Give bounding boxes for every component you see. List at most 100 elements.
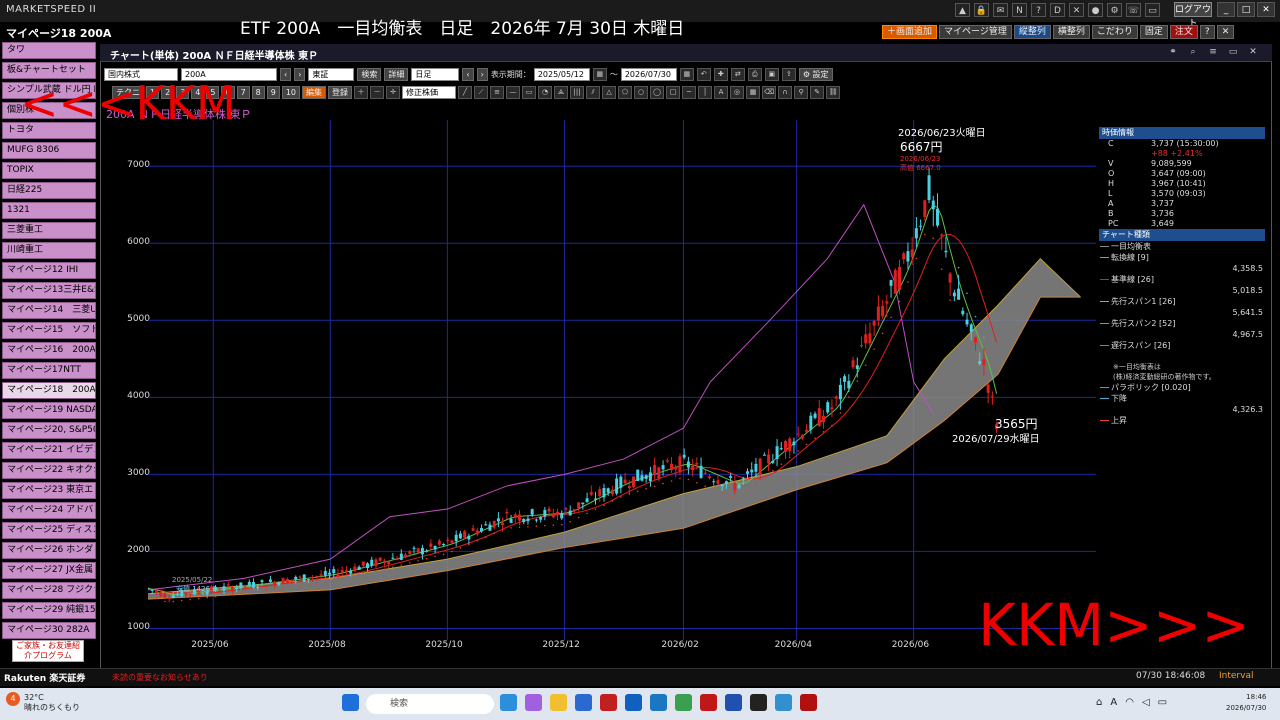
next-button[interactable]: › bbox=[294, 68, 306, 81]
settings-icon[interactable]: ⚙ bbox=[1107, 3, 1122, 17]
search-icon[interactable]: ⌕ bbox=[1186, 46, 1200, 58]
promo-banner[interactable]: ご家族・お友達紹介プログラム bbox=[12, 640, 84, 662]
sidebar-item[interactable]: マイページ23 東京エレ bbox=[2, 482, 96, 499]
calendar-icon[interactable]: ▦ bbox=[679, 68, 694, 81]
detail-button[interactable]: 詳細 bbox=[384, 68, 409, 81]
cross-icon[interactable]: ✕ bbox=[1069, 3, 1084, 17]
sidebar-item[interactable]: マイページ29 純銀1542 bbox=[2, 602, 96, 619]
horizontal-line-icon[interactable]: — bbox=[506, 86, 521, 99]
adjust-select[interactable]: 修正株価 bbox=[402, 86, 457, 99]
word-icon[interactable] bbox=[725, 694, 742, 711]
layout-button-7[interactable]: 7 bbox=[236, 86, 250, 99]
sidebar-item[interactable]: マイページ15 ソフトバ bbox=[2, 322, 96, 339]
photos-icon[interactable] bbox=[775, 694, 792, 711]
paint-icon[interactable]: ✎ bbox=[810, 86, 825, 99]
outlook-icon[interactable] bbox=[625, 694, 642, 711]
layout-button-8[interactable]: 8 bbox=[251, 86, 265, 99]
parabolic-title[interactable]: パラボリック [0.020] bbox=[1099, 382, 1265, 393]
restore-icon[interactable]: ▭ bbox=[1226, 46, 1240, 58]
zoom-out-icon[interactable]: － bbox=[370, 86, 385, 99]
rect-zone-icon[interactable]: ▭ bbox=[522, 86, 537, 99]
exchange-select[interactable]: 東証 bbox=[308, 68, 355, 81]
rectangle-icon[interactable]: □ bbox=[666, 86, 681, 99]
crosshair-icon[interactable]: ✚ bbox=[713, 68, 728, 81]
input-icon[interactable]: A bbox=[1110, 697, 1117, 708]
sidebar-item[interactable]: マイページ18 200A bbox=[2, 382, 96, 399]
sidebar-item[interactable]: マイページ14 三菱UFJ bbox=[2, 302, 96, 319]
trade-icon[interactable] bbox=[800, 694, 817, 711]
menu-icon[interactable]: ≡ bbox=[1206, 46, 1220, 58]
notification-icon[interactable]: ⌂ bbox=[1096, 697, 1102, 708]
interval-indicator[interactable]: Interval bbox=[1219, 671, 1253, 681]
phone-icon[interactable]: ☏ bbox=[1126, 3, 1141, 17]
sidebar-item[interactable]: マイページ12 IHI bbox=[2, 262, 96, 279]
dell-icon[interactable] bbox=[650, 694, 667, 711]
sidebar-item[interactable]: 日経225 bbox=[2, 182, 96, 199]
volume-icon[interactable]: ◁ bbox=[1142, 697, 1150, 708]
start-icon[interactable] bbox=[342, 694, 359, 711]
save-icon[interactable]: ▣ bbox=[764, 68, 779, 81]
pentagon-icon[interactable]: ⬠ bbox=[618, 86, 633, 99]
channel-icon[interactable]: ⫽ bbox=[586, 86, 601, 99]
chrome-icon[interactable] bbox=[675, 694, 692, 711]
ray-line-icon[interactable]: ⟋ bbox=[474, 86, 489, 99]
search-button[interactable]: 検索 bbox=[357, 68, 382, 81]
top-button[interactable]: 注文 bbox=[1169, 25, 1198, 39]
from-date-input[interactable]: 2025/05/12 bbox=[533, 68, 590, 81]
news-icon[interactable]: N bbox=[1012, 3, 1027, 17]
indicator-row[interactable]: 転換線 [9] bbox=[1099, 252, 1265, 263]
prev-button[interactable]: ‹ bbox=[280, 68, 292, 81]
minimize-icon[interactable]: _ bbox=[1217, 2, 1235, 17]
help-icon[interactable]: ? bbox=[1031, 3, 1046, 17]
period-select[interactable]: 日足 bbox=[411, 68, 460, 81]
lock-icon[interactable]: 🔒 bbox=[974, 3, 989, 17]
ichimoku-title[interactable]: 一目均衡表 bbox=[1099, 241, 1265, 252]
market-icon[interactable] bbox=[750, 694, 767, 711]
window-icon[interactable]: ▭ bbox=[1145, 3, 1160, 17]
link-icon[interactable]: ⛓ bbox=[826, 86, 841, 99]
undo-icon[interactable]: ↶ bbox=[696, 68, 711, 81]
docs-icon[interactable]: D bbox=[1050, 3, 1065, 17]
zoom-in-icon[interactable]: ＋ bbox=[354, 86, 369, 99]
next-period-button[interactable]: › bbox=[476, 68, 488, 81]
sidebar-item[interactable]: タワ bbox=[2, 42, 96, 59]
fib-fan-icon[interactable]: ⟁ bbox=[554, 86, 569, 99]
sidebar-item[interactable]: 三菱重工 bbox=[2, 222, 96, 239]
vertical-lines-icon[interactable]: ||| bbox=[570, 86, 585, 99]
pin-icon[interactable]: ⚲ bbox=[794, 86, 809, 99]
sidebar-item[interactable]: マイページ26 ホンダ bbox=[2, 542, 96, 559]
ellipse-icon[interactable]: ◯ bbox=[650, 86, 665, 99]
text-icon[interactable]: A bbox=[714, 86, 729, 99]
triangle-icon[interactable]: △ bbox=[602, 86, 617, 99]
top-button[interactable]: 横整列 bbox=[1052, 25, 1090, 39]
logout-button[interactable]: ログアウト bbox=[1174, 2, 1212, 29]
maximize-icon[interactable]: □ bbox=[1237, 2, 1255, 17]
indicator-row[interactable]: 基準線 [26] bbox=[1099, 274, 1265, 285]
top-button[interactable]: ? bbox=[1199, 25, 1215, 39]
explorer-icon[interactable] bbox=[550, 694, 567, 711]
print-icon[interactable]: ⎙ bbox=[747, 68, 762, 81]
weather-widget[interactable]: 32°C 晴れのちくもり bbox=[24, 693, 80, 713]
mcafee-icon[interactable] bbox=[700, 694, 717, 711]
indicator-row[interactable]: 先行スパン1 [26] bbox=[1099, 296, 1265, 307]
sidebar-item[interactable]: マイページ25 ディスコ bbox=[2, 522, 96, 539]
crosshair-icon[interactable]: ✛ bbox=[386, 86, 401, 99]
sidebar-item[interactable]: マイページ20, S&P500 bbox=[2, 422, 96, 439]
sidebar-item[interactable]: マイページ30 282A bbox=[2, 622, 96, 639]
taskbar-search[interactable]: 検索 bbox=[366, 694, 494, 714]
edit-button[interactable]: 編集 bbox=[302, 86, 327, 99]
settings-button[interactable]: ⚙ 設定 bbox=[798, 68, 833, 81]
sidebar-item[interactable]: マイページ22 キオクシ bbox=[2, 462, 96, 479]
sidebar-item[interactable]: マイページ27 JX金属 bbox=[2, 562, 96, 579]
sidebar-item[interactable]: MUFG 8306 bbox=[2, 142, 96, 159]
close-icon[interactable]: ✕ bbox=[1257, 2, 1275, 17]
chart-app-icon[interactable] bbox=[600, 694, 617, 711]
sidebar-item[interactable]: マイページ28 フジクラ bbox=[2, 582, 96, 599]
h-line-icon[interactable]: ─ bbox=[682, 86, 697, 99]
calendar-icon[interactable]: ▦ bbox=[592, 68, 607, 81]
battery-icon[interactable]: ▭ bbox=[1158, 697, 1167, 708]
parallel-line-icon[interactable]: ≡ bbox=[490, 86, 505, 99]
sidebar-item[interactable]: 1321 bbox=[2, 202, 96, 219]
sidebar-item[interactable]: TOPIX bbox=[2, 162, 96, 179]
mypage-title[interactable]: マイページ18 200A bbox=[0, 22, 210, 42]
